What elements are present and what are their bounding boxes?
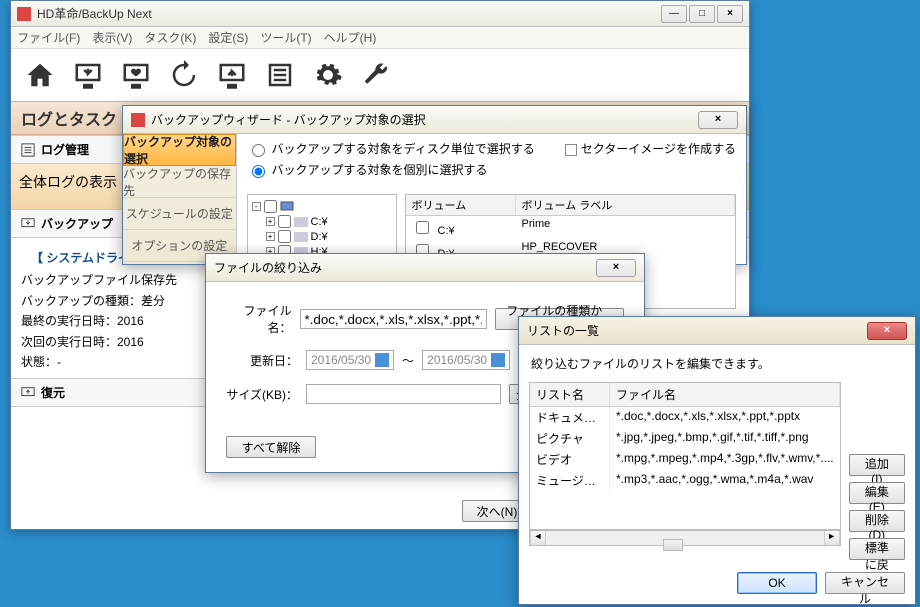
list-hscrollbar[interactable]: ◄ ►	[529, 530, 841, 546]
list-close-button[interactable]: ×	[867, 322, 907, 340]
monitor-heart-icon[interactable]	[121, 60, 151, 90]
app-icon	[131, 113, 145, 127]
scroll-left-icon[interactable]: ◄	[530, 531, 546, 545]
history-icon[interactable]	[169, 60, 199, 90]
computer-icon	[280, 201, 294, 213]
menu-task[interactable]: タスク(K)	[144, 29, 196, 46]
file-name-label: ファイル名：	[226, 302, 292, 336]
calendar-icon	[375, 353, 389, 367]
wizard-titlebar[interactable]: バックアップウィザード - バックアップ対象の選択 ×	[123, 106, 746, 134]
list-small-icon	[21, 143, 35, 157]
radio-disk-unit[interactable]: バックアップする対象をディスク単位で選択する	[247, 140, 535, 157]
wizard-step-schedule[interactable]: スケジュールの設定	[123, 198, 236, 230]
menubar: ファイル(F) 表示(V) タスク(K) 設定(S) ツール(T) ヘルプ(H)	[11, 27, 749, 49]
reset-button[interactable]: 標準に戻す(N)	[849, 538, 905, 560]
date-label: 更新日：	[226, 352, 298, 369]
list-row-documents: ドキュメント*.doc,*.docx,*.xls,*.xlsx,*.ppt,*.…	[530, 407, 840, 428]
edit-button[interactable]: 編集(E)	[849, 482, 905, 504]
filter-title: ファイルの絞り込み	[214, 259, 596, 276]
wizard-title: バックアップウィザード - バックアップ対象の選択	[151, 111, 698, 128]
date-to-picker[interactable]: 2016/05/30	[422, 350, 510, 370]
minimize-button[interactable]: —	[661, 5, 687, 23]
list-desc: 絞り込むファイルのリストを編集できます。	[519, 345, 915, 372]
menu-file[interactable]: ファイル(F)	[17, 29, 80, 46]
maximize-button[interactable]: □	[689, 5, 715, 23]
file-name-input[interactable]	[300, 309, 487, 329]
wizard-dialog: バックアップウィザード - バックアップ対象の選択 × バックアップ対象の選択 …	[122, 105, 747, 265]
list-cancel-button[interactable]: キャンセル	[825, 572, 905, 594]
backup-down-icon	[21, 217, 35, 231]
home-icon[interactable]	[25, 60, 55, 90]
monitor-down-icon[interactable]	[73, 60, 103, 90]
wrench-icon[interactable]	[361, 60, 391, 90]
list-titlebar[interactable]: リストの一覧 ×	[519, 317, 915, 345]
wizard-steps: バックアップ対象の選択 バックアップの保存先 スケジュールの設定 オプションの設…	[123, 134, 237, 264]
filter-titlebar[interactable]: ファイルの絞り込み ×	[206, 254, 644, 282]
list-row-video: ビデオ*.mpg,*.mpeg,*.mp4,*.3gp,*.flv,*.wmv,…	[530, 449, 840, 470]
list-dialog: リストの一覧 × 絞り込むファイルのリストを編集できます。 リスト名ファイル名 …	[518, 316, 916, 605]
size-label: サイズ(KB)：	[226, 386, 298, 403]
radio-individual[interactable]: バックアップする対象を個別に選択する	[247, 161, 535, 178]
scroll-right-icon[interactable]: ►	[824, 531, 840, 545]
show-all-log-link[interactable]: 全体ログの表示	[19, 174, 117, 190]
add-button[interactable]: 追加(I)	[849, 454, 905, 476]
menu-help[interactable]: ヘルプ(H)	[324, 29, 377, 46]
wizard-close-button[interactable]: ×	[698, 111, 738, 129]
list-icon[interactable]	[265, 60, 295, 90]
preset-list-table[interactable]: リスト名ファイル名 ドキュメント*.doc,*.docx,*.xls,*.xls…	[529, 382, 841, 530]
menu-view[interactable]: 表示(V)	[92, 29, 132, 46]
wizard-step-target[interactable]: バックアップ対象の選択	[123, 134, 236, 166]
list-title: リストの一覧	[527, 322, 867, 339]
calendar-icon	[491, 353, 505, 367]
app-icon	[17, 7, 31, 21]
clear-all-button[interactable]: すべて解除	[226, 436, 316, 458]
toolbar	[11, 49, 749, 101]
menu-tools[interactable]: ツール(T)	[260, 29, 311, 46]
wizard-step-dest[interactable]: バックアップの保存先	[123, 166, 236, 198]
gear-icon[interactable]	[313, 60, 343, 90]
delete-button[interactable]: 削除(D)	[849, 510, 905, 532]
size-input[interactable]	[306, 384, 501, 404]
main-title: HD革命/BackUp Next	[37, 5, 661, 22]
list-row-pictures: ピクチャ*.jpg,*.jpeg,*.bmp,*.gif,*.tif,*.tif…	[530, 428, 840, 449]
filter-close-button[interactable]: ×	[596, 259, 636, 277]
restore-up-icon	[21, 386, 35, 400]
date-from-picker[interactable]: 2016/05/30	[306, 350, 394, 370]
main-titlebar[interactable]: HD革命/BackUp Next — □ ×	[11, 1, 749, 27]
sector-image-checkbox[interactable]: セクターイメージを作成する	[565, 140, 736, 178]
list-row-music: ミュージック*.mp3,*.aac,*.ogg,*.wma,*.m4a,*.wa…	[530, 470, 840, 491]
monitor-up-icon[interactable]	[217, 60, 247, 90]
menu-settings[interactable]: 設定(S)	[208, 29, 248, 46]
list-ok-button[interactable]: OK	[737, 572, 817, 594]
close-button[interactable]: ×	[717, 5, 743, 23]
